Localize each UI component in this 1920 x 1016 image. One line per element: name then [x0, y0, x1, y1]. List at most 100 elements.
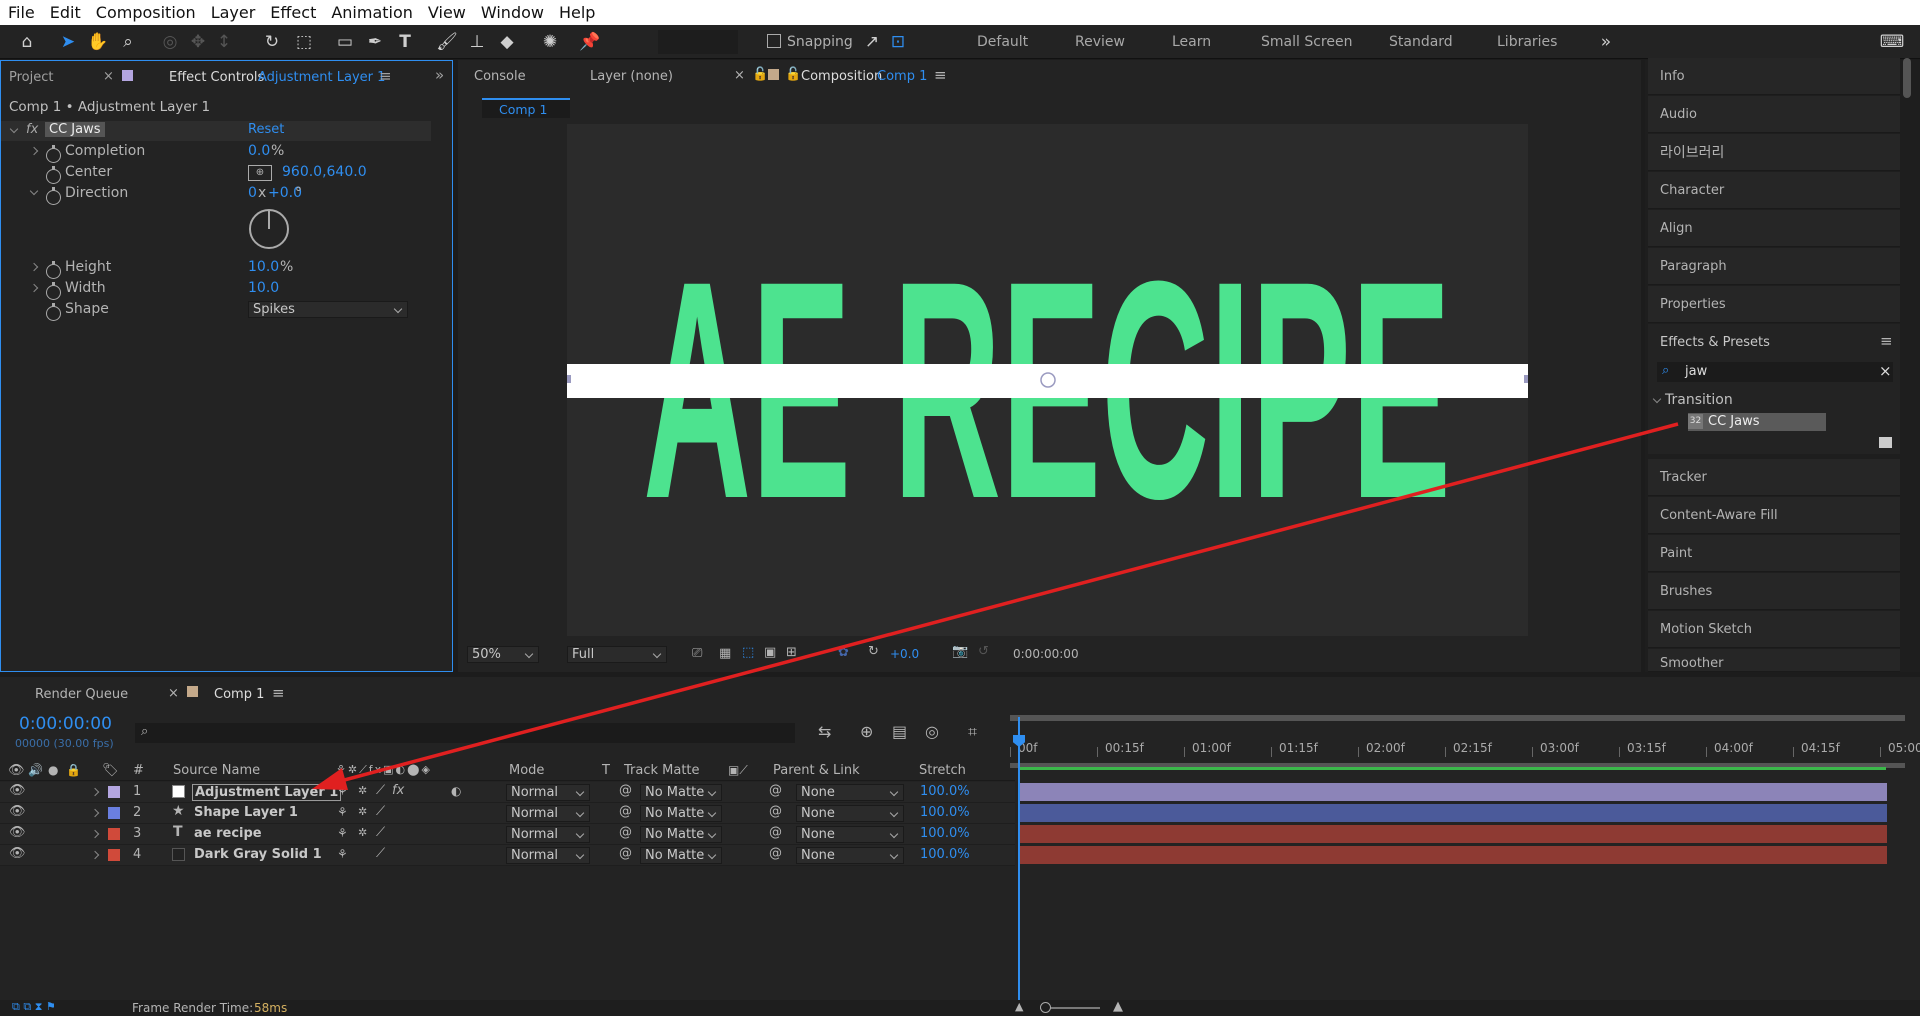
playhead[interactable] [1018, 717, 1020, 1007]
pan-tool-icon[interactable]: ✥ [186, 30, 210, 54]
matte-link-icon[interactable]: @ [619, 825, 632, 840]
parent-dropdown[interactable]: None [796, 826, 904, 843]
direction-dial[interactable] [249, 209, 289, 249]
tab-render-queue[interactable]: Render Queue [35, 687, 128, 702]
height-value[interactable]: 10.0 [248, 259, 279, 275]
tab-composition[interactable]: Composition [801, 69, 882, 84]
quality-switch-icon[interactable]: ⟋ [376, 783, 385, 798]
menu-edit[interactable]: Edit [50, 3, 81, 22]
layer-duration-bar[interactable] [1018, 783, 1887, 801]
tab-comp-1[interactable]: Comp 1 [214, 687, 264, 702]
new-folder-icon[interactable] [1879, 437, 1892, 448]
shy-switch-icon[interactable]: ⚘ [337, 784, 348, 798]
shape-dropdown[interactable]: Spikes [248, 301, 408, 318]
rotate-tool-icon[interactable]: ↻ [260, 30, 284, 54]
chevron-right-icon[interactable] [90, 829, 100, 839]
stretch-value[interactable]: 100.0% [920, 784, 970, 799]
panel-align[interactable]: Align [1648, 210, 1900, 247]
stopwatch-icon[interactable] [46, 145, 61, 163]
panel-character[interactable]: Character [1648, 172, 1900, 209]
quality-switch-icon[interactable]: ⟋ [376, 825, 385, 840]
orbit-tool-icon[interactable]: ◎ [158, 30, 182, 54]
header-source-name[interactable]: Source Name [173, 763, 260, 778]
comp-breadcrumb[interactable]: Comp 1 [482, 98, 570, 118]
graph-editor-icon[interactable]: ⌗ [968, 722, 977, 742]
parent-dropdown[interactable]: None [796, 805, 904, 822]
stretch-value[interactable]: 100.0% [920, 826, 970, 841]
snapshot-icon[interactable]: 📷 [952, 644, 968, 659]
blend-mode-dropdown[interactable]: Normal [506, 805, 590, 822]
viewer-timecode[interactable]: 0:00:00:00 [1013, 647, 1079, 661]
zoom-in-icon[interactable]: ▲ [1113, 999, 1123, 1014]
workspace-learn[interactable]: Learn [1172, 34, 1211, 50]
close-icon[interactable]: × [168, 686, 179, 701]
snapping-checkbox[interactable] [767, 34, 781, 48]
matte-link-icon[interactable]: @ [619, 804, 632, 819]
roto-brush-tool-icon[interactable]: ✺ [538, 30, 562, 54]
chevron-right-icon[interactable] [90, 850, 100, 860]
panel-smoother[interactable]: Smoother [1648, 649, 1900, 672]
blend-mode-dropdown[interactable]: Normal [506, 847, 590, 864]
lock-header-icon[interactable]: 🔒 [66, 763, 81, 777]
chevron-right-icon[interactable] [90, 787, 100, 797]
stopwatch-icon[interactable] [46, 187, 61, 205]
current-time[interactable]: 0:00:00:00 [19, 714, 112, 734]
home-icon[interactable]: ⌂ [15, 30, 39, 54]
chevron-down-icon[interactable] [1652, 394, 1662, 404]
matte-link-icon[interactable]: @ [619, 846, 632, 861]
fx-icon[interactable]: fx [26, 122, 38, 137]
layer-name[interactable]: Shape Layer 1 [194, 805, 298, 820]
snap-target-icon[interactable]: ⊡ [886, 30, 910, 54]
pick-whip-icon[interactable]: @ [769, 783, 782, 798]
panel-menu-icon[interactable]: ≡ [272, 684, 285, 702]
workspace-small-screen[interactable]: Small Screen [1261, 34, 1352, 50]
collapse-switch-icon[interactable]: ✲ [358, 784, 367, 797]
collapse-switch-icon[interactable]: ✲ [358, 805, 367, 818]
zoom-dropdown[interactable]: 50% [467, 646, 539, 663]
lock-icon[interactable]: 🔓 [785, 67, 801, 82]
reset-exposure-icon[interactable]: ↻ [868, 644, 879, 659]
workspace-menu-icon[interactable]: ⌨ [1880, 30, 1905, 54]
audio-header-icon[interactable]: 🔊 [28, 763, 43, 777]
panel-content-aware-fill[interactable]: Content-Aware Fill [1648, 497, 1900, 534]
pick-whip-icon[interactable]: @ [769, 804, 782, 819]
resolution-dropdown[interactable]: Full [567, 646, 667, 663]
width-value[interactable]: 10.0 [248, 280, 279, 296]
lock-icon[interactable]: 🔓 [752, 67, 768, 82]
show-snapshot-icon[interactable]: ↺ [978, 644, 989, 659]
fast-preview-icon[interactable]: ⎚ [692, 646, 702, 661]
work-area-bar[interactable] [1010, 715, 1905, 721]
expand-panel-icon[interactable]: » [435, 66, 444, 84]
workspace-default[interactable]: Default [977, 34, 1028, 50]
right-panel-scrollbar[interactable] [1903, 58, 1911, 98]
shy-switch-icon[interactable]: ⚘ [337, 805, 348, 819]
menu-composition[interactable]: Composition [96, 3, 196, 22]
stopwatch-icon[interactable] [46, 303, 61, 321]
menu-help[interactable]: Help [559, 3, 595, 22]
tab-layer[interactable]: Layer (none) [590, 69, 673, 84]
quality-switch-icon[interactable]: ⟋ [376, 804, 385, 819]
chevron-down-icon[interactable] [9, 124, 19, 134]
menu-window[interactable]: Window [481, 3, 544, 22]
panel-properties[interactable]: Properties [1648, 286, 1900, 323]
panel-audio[interactable]: Audio [1648, 96, 1900, 133]
chevron-right-icon[interactable] [29, 146, 39, 156]
eraser-tool-icon[interactable]: ◆ [495, 30, 519, 54]
layer-row[interactable]: 👁 4 Dark Gray Solid 1 ⚘ ⟋ Normal @ No Matte @ Non… [0, 845, 1015, 866]
parent-dropdown[interactable]: None [796, 847, 904, 864]
comp-mini-flowchart-icon[interactable]: ⇆ [818, 722, 831, 741]
adjustment-switch-icon[interactable]: ◐ [451, 784, 461, 798]
panel-motion-sketch[interactable]: Motion Sketch [1648, 611, 1900, 648]
label-color-swatch[interactable] [108, 828, 120, 840]
eye-visibility-icon[interactable]: 👁 [9, 825, 26, 840]
layer-name[interactable]: Dark Gray Solid 1 [194, 847, 322, 862]
chevron-right-icon[interactable] [90, 808, 100, 818]
pan-behind-tool-icon[interactable]: ⬚ [292, 30, 316, 54]
mask-visibility-icon[interactable]: ⬚ [742, 645, 754, 660]
blend-mode-dropdown[interactable]: Normal [506, 826, 590, 843]
chevron-right-icon[interactable] [29, 262, 39, 272]
layer-row[interactable]: 👁 3 Tae recipe ⚘ ✲ ⟋ Normal @ No Matte @ None 100.0… [0, 824, 1015, 845]
close-icon[interactable]: × [103, 69, 114, 84]
snap-option-icon[interactable]: ↗ [860, 30, 884, 54]
shy-switch-icon[interactable]: ⚘ [337, 847, 348, 861]
